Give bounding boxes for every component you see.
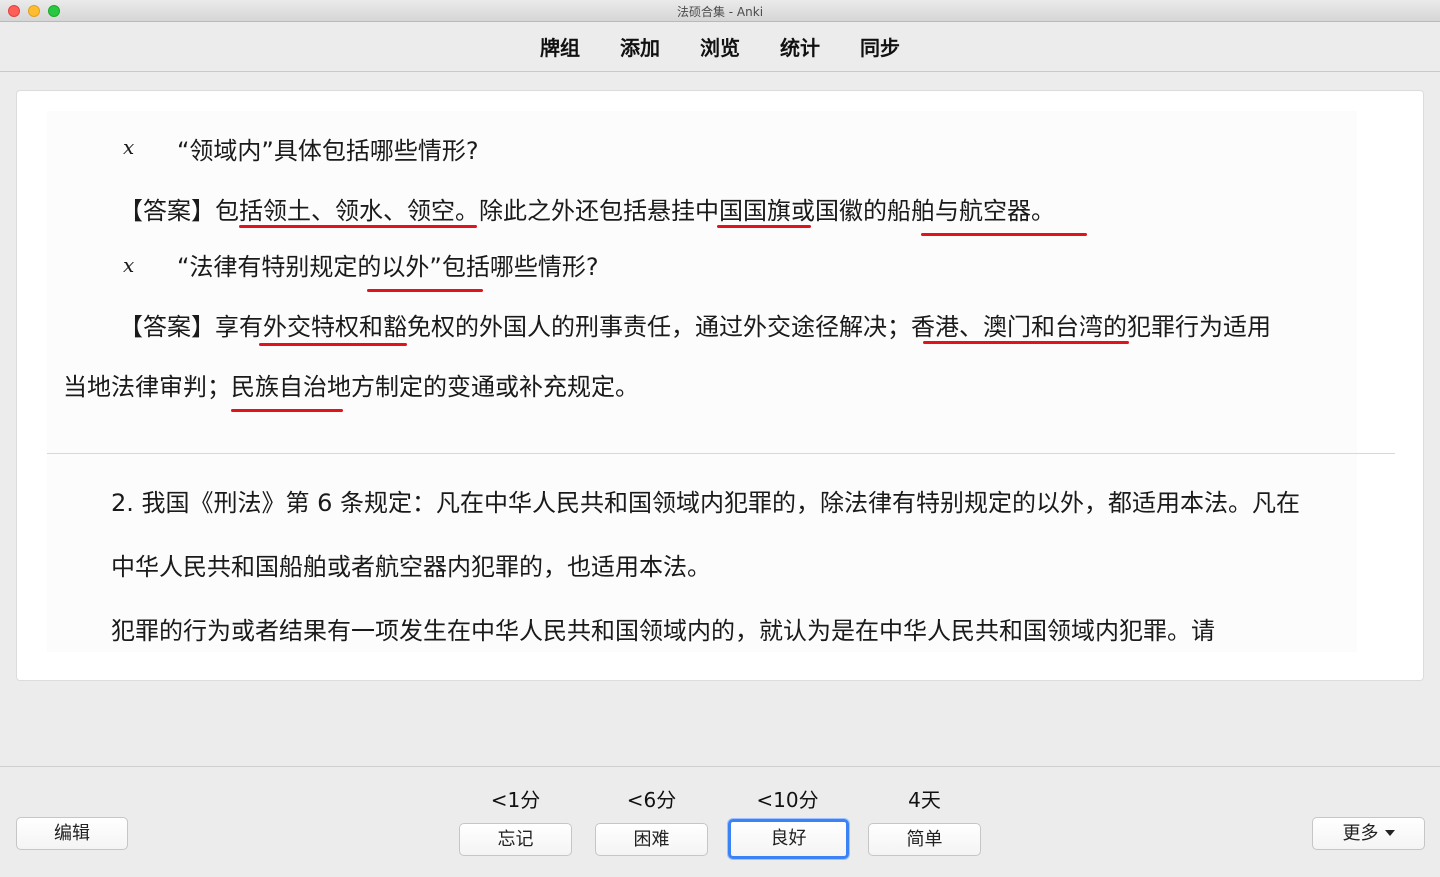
- underline-2: [717, 225, 811, 228]
- question-mark-1: x: [123, 135, 135, 159]
- underline-7: [231, 409, 343, 412]
- edit-button[interactable]: 编辑: [16, 817, 128, 850]
- underline-6: [923, 341, 1129, 344]
- card-divider: [47, 453, 1395, 454]
- interval-hard: <6分: [626, 788, 677, 812]
- toolbar-add[interactable]: 添加: [620, 32, 660, 61]
- answer-2-line-1: 【答案】享有外交特权和豁免权的外国人的刑事责任，通过外交途径解决；香港、澳门和台…: [119, 313, 1271, 341]
- question-2: “法律有特别规定的以外”包括哪些情形?: [177, 253, 599, 281]
- answer-1: 【答案】包括领土、领水、领空。除此之外还包括悬挂中国国旗或国徽的船舶与航空器。: [119, 197, 1055, 225]
- interval-good: <10分: [756, 788, 819, 812]
- interval-easy: 4天: [908, 788, 941, 812]
- window-title: 法硕合集 - Anki: [676, 5, 764, 19]
- toolbar-stats[interactable]: 统计: [780, 32, 820, 61]
- interval-again: <1分: [490, 788, 541, 812]
- again-button[interactable]: 忘记: [459, 823, 572, 856]
- underline-4: [367, 289, 483, 292]
- title-bar: 法硕合集 - Anki: [0, 0, 1440, 22]
- explanation-line-2: 中华人民共和国船舶或者航空器内犯罪的，也适用本法。: [111, 553, 711, 581]
- explanation-line-3: 犯罪的行为或者结果有一项发生在中华人民共和国领域内的，就认为是在中华人民共和国领…: [111, 617, 1215, 645]
- question-1: “领域内”具体包括哪些情形?: [177, 137, 479, 165]
- toolbar-browse[interactable]: 浏览: [700, 32, 740, 61]
- main-toolbar: 牌组 添加 浏览 统计 同步: [0, 22, 1440, 72]
- explanation-line-1: 2. 我国《刑法》第 6 条规定：凡在中华人民共和国领域内犯罪的，除法律有特别规…: [111, 489, 1301, 517]
- answer-2-line-2: 当地法律审判；民族自治地方制定的变通或补充规定。: [63, 373, 639, 401]
- card-image-explanation: 2. 我国《刑法》第 6 条规定：凡在中华人民共和国领域内犯罪的，除法律有特别规…: [47, 457, 1357, 652]
- more-button[interactable]: 更多: [1312, 817, 1425, 850]
- toolbar-decks[interactable]: 牌组: [540, 32, 580, 61]
- easy-button[interactable]: 简单: [868, 823, 981, 856]
- toolbar-sync[interactable]: 同步: [860, 32, 900, 61]
- answer-bar: 编辑 <1分 <6分 <10分 4天 忘记 困难 良好 简单 更多: [0, 766, 1440, 877]
- caret-down-icon: [1384, 830, 1395, 836]
- good-button[interactable]: 良好: [728, 819, 849, 859]
- card-view: x “领域内”具体包括哪些情形? 【答案】包括领土、领水、领空。除此之外还包括悬…: [16, 90, 1424, 681]
- toolbar-nav: 牌组 添加 浏览 统计 同步: [0, 32, 1440, 61]
- more-button-label: 更多: [1342, 823, 1379, 844]
- question-mark-2: x: [123, 253, 135, 277]
- underline-3: [921, 233, 1087, 236]
- underline-1: [239, 225, 477, 228]
- card-image-answer: x “领域内”具体包括哪些情形? 【答案】包括领土、领水、领空。除此之外还包括悬…: [47, 111, 1357, 457]
- hard-button[interactable]: 困难: [595, 823, 708, 856]
- underline-5: [259, 343, 407, 346]
